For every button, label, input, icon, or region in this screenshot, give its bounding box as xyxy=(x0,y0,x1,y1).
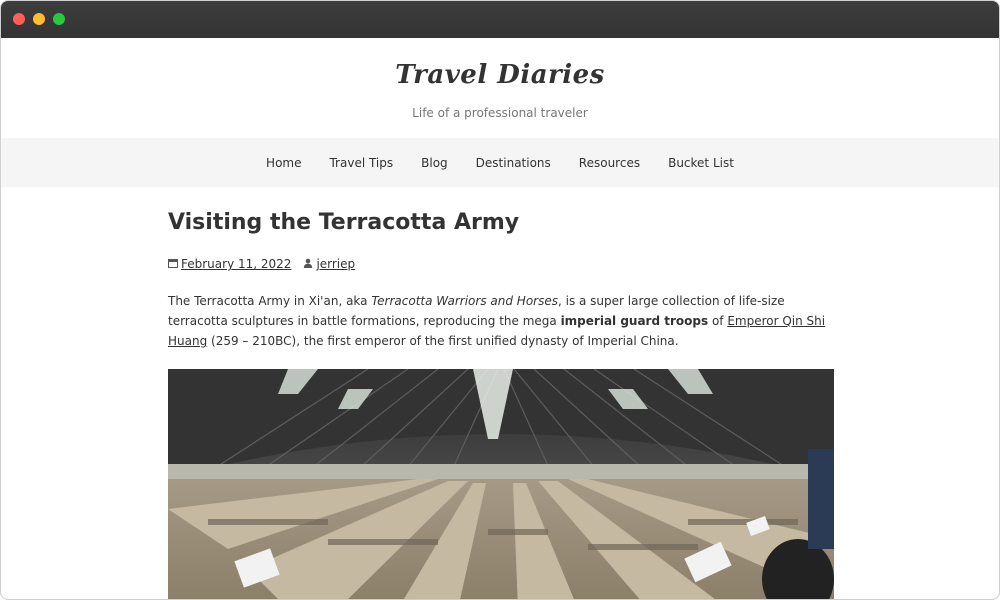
window-titlebar xyxy=(1,1,999,38)
close-window-button[interactable] xyxy=(13,13,25,25)
paragraph-text: of xyxy=(708,314,728,328)
nav-item-resources[interactable]: Resources xyxy=(579,156,640,170)
post-author: jerriep xyxy=(303,257,355,271)
calendar-icon xyxy=(168,258,178,271)
site-header: Travel Diaries Life of a professional tr… xyxy=(1,38,999,138)
nav-item-home[interactable]: Home xyxy=(266,156,301,170)
browser-window: Travel Diaries Life of a professional tr… xyxy=(0,0,1000,600)
post-content: Visiting the Terracotta Army February 11… xyxy=(168,188,834,599)
paragraph-text: The Terracotta Army in Xi'an, aka xyxy=(168,294,372,308)
post-meta: February 11, 2022 jerriep xyxy=(168,257,834,271)
nav-item-blog[interactable]: Blog xyxy=(421,156,448,170)
post-date-link[interactable]: February 11, 2022 xyxy=(181,257,291,271)
terracotta-army-photo xyxy=(168,369,834,599)
paragraph-text: (259 – 210BC), the first emperor of the … xyxy=(207,334,679,348)
site-title[interactable]: Travel Diaries xyxy=(1,60,999,90)
site-tagline: Life of a professional traveler xyxy=(412,106,588,120)
user-icon xyxy=(303,258,313,271)
minimize-window-button[interactable] xyxy=(33,13,45,25)
nav-item-bucket-list[interactable]: Bucket List xyxy=(668,156,734,170)
maximize-window-button[interactable] xyxy=(53,13,65,25)
nav-item-destinations[interactable]: Destinations xyxy=(476,156,551,170)
main-navigation: Home Travel Tips Blog Destinations Resou… xyxy=(1,138,999,187)
nav-item-travel-tips[interactable]: Travel Tips xyxy=(329,156,393,170)
post-intro-paragraph: The Terracotta Army in Xi'an, aka Terrac… xyxy=(168,291,834,351)
post-title: Visiting the Terracotta Army xyxy=(168,210,520,235)
paragraph-italic-text: Terracotta Warriors and Horses xyxy=(371,294,558,308)
paragraph-bold-text: imperial guard troops xyxy=(560,314,709,328)
post-author-link[interactable]: jerriep xyxy=(316,257,355,271)
